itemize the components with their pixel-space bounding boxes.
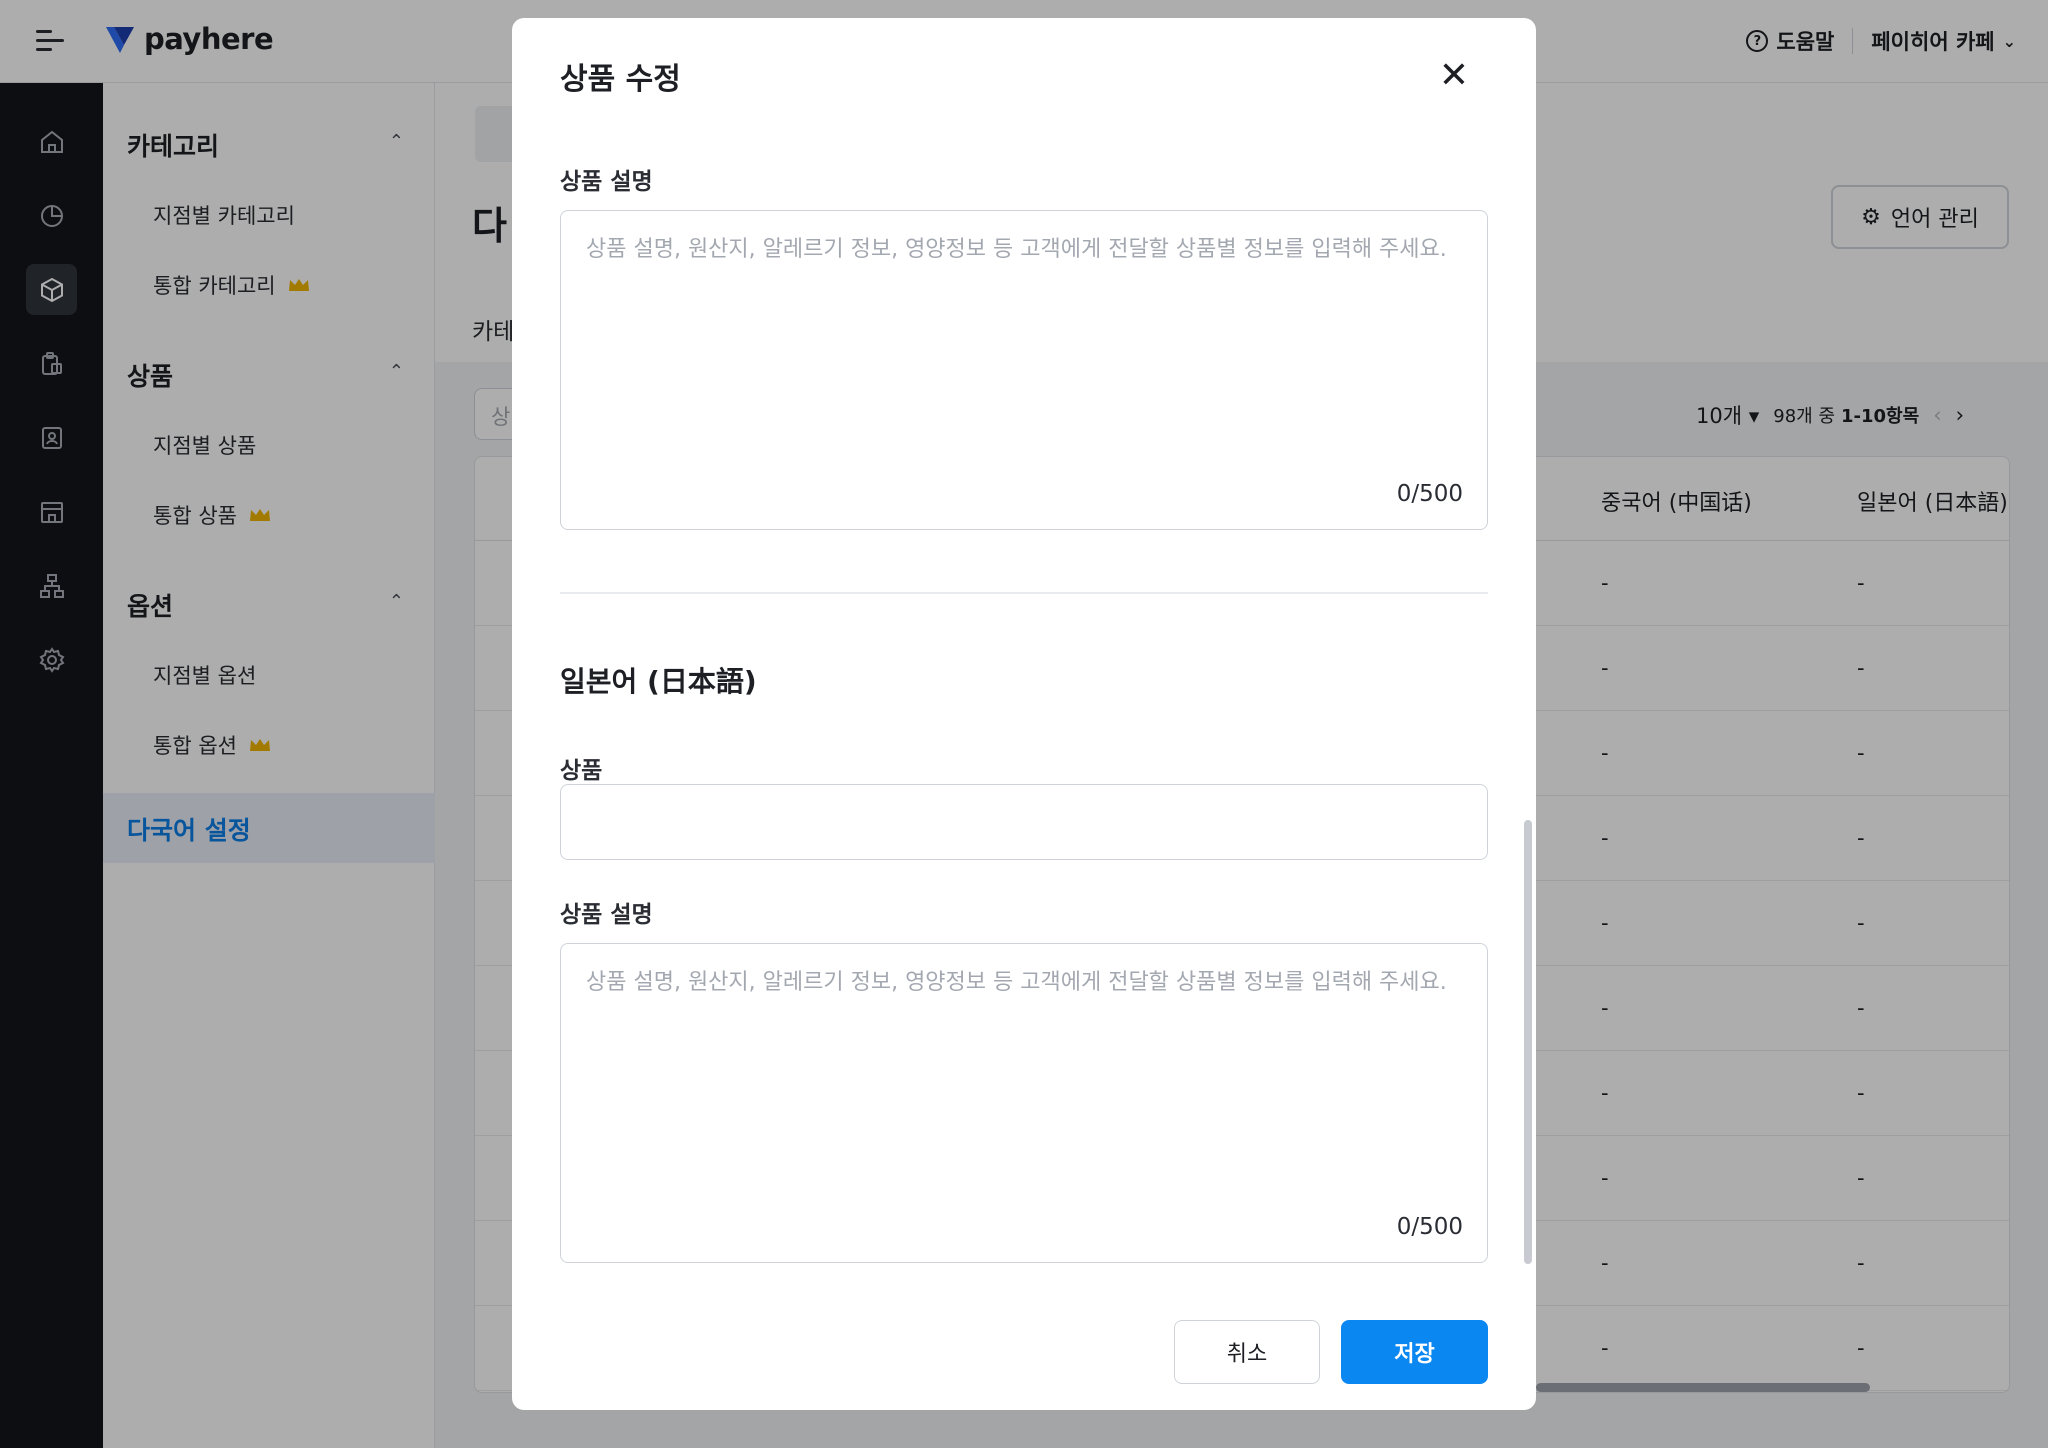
japanese-section-title: 일본어 (日本語) (560, 665, 757, 698)
description-placeholder: 상품 설명, 원산지, 알레르기 정보, 영양정보 등 고객에게 전달할 상품별… (586, 970, 1447, 995)
japanese-product-label: 상품 (560, 758, 603, 784)
modal-scrollbar[interactable] (1524, 820, 1532, 1264)
character-counter: 0/500 (1396, 1214, 1463, 1240)
close-icon[interactable]: ✕ (1436, 58, 1472, 94)
section-divider (560, 592, 1488, 594)
save-button[interactable]: 저장 (1341, 1320, 1488, 1384)
japanese-product-input[interactable] (560, 784, 1488, 860)
japanese-description-textarea[interactable]: 상품 설명, 원산지, 알레르기 정보, 영양정보 등 고객에게 전달할 상품별… (560, 943, 1488, 1263)
cancel-button[interactable]: 취소 (1174, 1320, 1320, 1384)
description-label: 상품 설명 (560, 169, 653, 195)
japanese-description-label: 상품 설명 (560, 902, 653, 928)
character-counter: 0/500 (1396, 481, 1463, 507)
modal-title: 상품 수정 (560, 62, 681, 97)
edit-product-modal: 상품 수정 ✕ 상품 설명 상품 설명, 원산지, 알레르기 정보, 영양정보 … (512, 18, 1536, 1410)
description-placeholder: 상품 설명, 원산지, 알레르기 정보, 영양정보 등 고객에게 전달할 상품별… (586, 237, 1447, 262)
description-textarea[interactable]: 상품 설명, 원산지, 알레르기 정보, 영양정보 등 고객에게 전달할 상품별… (560, 210, 1488, 530)
